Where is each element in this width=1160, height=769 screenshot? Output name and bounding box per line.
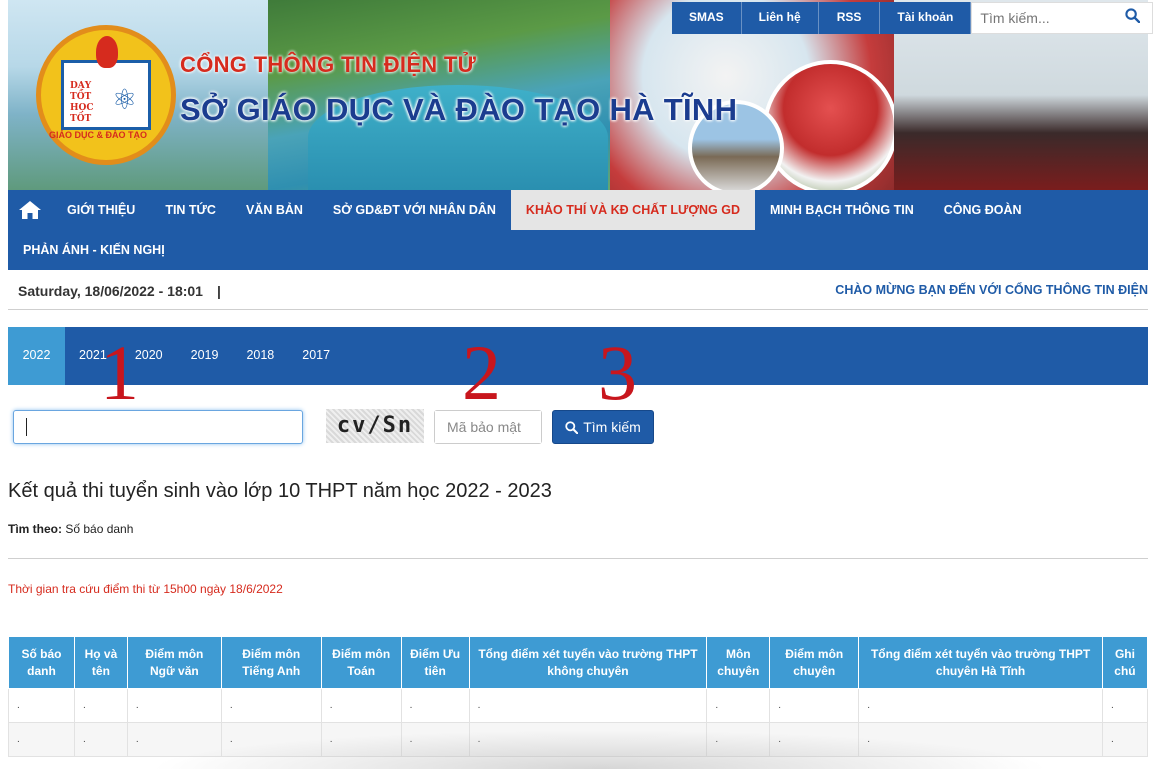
table-cell: . — [220, 688, 322, 723]
table-cell: . — [706, 688, 771, 723]
logo-book: DẠY TỐT HỌC TỐT ⚛ — [61, 60, 151, 130]
table-cell: . — [126, 688, 222, 723]
search-by-label: Tìm theo: — [8, 522, 62, 536]
portal-title[interactable]: SỞ GIÁO DỤC VÀ ĐÀO TẠO HÀ TĨNH — [180, 92, 737, 128]
site-search — [971, 2, 1154, 34]
nav-phan-anh-kien-nghi[interactable]: PHẢN ÁNH - KIẾN NGHỊ — [8, 230, 180, 270]
table-cell: . — [126, 722, 222, 757]
nav-khao-thi[interactable]: KHẢO THÍ VÀ KĐ CHẤT LƯỢNG GD — [510, 190, 756, 230]
atom-icon: ⚛ — [112, 84, 138, 115]
col-header: Điểm môn Tiếng Anh — [220, 636, 322, 689]
table-cell: . — [400, 688, 470, 723]
col-header: Họ và tên — [73, 636, 128, 689]
col-header: Điểm môn Ngữ văn — [126, 636, 222, 689]
table-cell: . — [320, 722, 402, 757]
link-contact[interactable]: Liên hệ — [741, 2, 819, 34]
results-table: Số báo danh Họ và tên Điểm môn Ngữ văn Đ… — [8, 636, 1149, 757]
current-datetime: Saturday, 18/06/2022 - 18:01 — [18, 283, 203, 299]
table-cell: . — [400, 722, 470, 757]
table-cell: . — [320, 688, 402, 723]
logo-motto: DẠY TỐT HỌC TỐT — [70, 81, 94, 124]
table-row: . . . . . . . . . . . — [8, 722, 1149, 757]
col-header: Số báo danh — [8, 636, 75, 689]
date-bar: Saturday, 18/06/2022 - 18:01 | CHÀO MỪNG… — [8, 272, 1148, 310]
table-cell: . — [706, 722, 771, 757]
logo-ring-text: GIÁO DỤC & ĐÀO TẠO — [49, 130, 147, 140]
table-cell: . — [8, 722, 75, 757]
table-cell: . — [769, 688, 860, 723]
tab-year-2022[interactable]: 2022 — [8, 327, 65, 385]
table-cell: . — [468, 722, 708, 757]
table-cell: . — [8, 688, 75, 723]
search-by: Tìm theo: Số báo danh — [8, 522, 133, 536]
nav-gioi-thieu[interactable]: GIỚI THIỆU — [52, 190, 150, 230]
main-nav-row-2: PHẢN ÁNH - KIẾN NGHỊ — [8, 230, 180, 270]
link-smas[interactable]: SMAS — [672, 2, 742, 34]
welcome-ticker: CHÀO MỪNG BẠN ĐẾN VỚI CỔNG THÔNG TIN ĐIỆ… — [835, 283, 1148, 297]
col-header: Môn chuyên — [706, 636, 771, 689]
table-cell: . — [1101, 688, 1149, 723]
lookup-time-notice: Thời gian tra cứu điểm thi từ 15h00 ngày… — [8, 582, 283, 596]
divider — [8, 558, 1148, 559]
table-cell: . — [73, 722, 128, 757]
search-button-label: Tìm kiếm — [583, 419, 641, 435]
table-row: . . . . . . . . . . . — [8, 688, 1149, 723]
table-cell: . — [220, 722, 322, 757]
table-cell: . — [858, 688, 1103, 723]
candidate-number-input[interactable] — [14, 411, 302, 443]
torch-icon — [96, 36, 118, 68]
department-logo[interactable]: DẠY TỐT HỌC TỐT ⚛ GIÁO DỤC & ĐÀO TẠO — [36, 25, 176, 165]
table-cell: . — [858, 722, 1103, 757]
search-by-value: Số báo danh — [65, 522, 134, 536]
link-account[interactable]: Tài khoản — [880, 2, 972, 34]
main-nav-row-1: GIỚI THIỆU TIN TỨC VĂN BẢN SỞ GD&ĐT VỚI … — [8, 190, 1037, 230]
table-header-row: Số báo danh Họ và tên Điểm môn Ngữ văn Đ… — [8, 636, 1149, 689]
col-header: Tổng điểm xét tuyển vào trường THPT khôn… — [468, 636, 708, 689]
nav-so-gddt-voi-nhan-dan[interactable]: SỞ GD&ĐT VỚI NHÂN DÂN — [318, 190, 511, 230]
link-rss[interactable]: RSS — [818, 2, 881, 34]
banner-flag-photo — [763, 60, 898, 190]
tab-year-2018[interactable]: 2018 — [232, 327, 288, 385]
candidate-number-field — [13, 410, 303, 444]
tab-year-2017[interactable]: 2017 — [288, 327, 344, 385]
utility-bar: SMAS Liên hệ RSS Tài khoản — [672, 2, 1154, 34]
results-heading: Kết quả thi tuyển sinh vào lớp 10 THPT n… — [8, 480, 552, 502]
col-header: Tổng điểm xét tuyển vào trường THPT chuy… — [858, 636, 1103, 689]
search-icon[interactable] — [1117, 8, 1147, 28]
security-code-input[interactable] — [435, 411, 541, 443]
date-separator: | — [217, 283, 221, 299]
search-icon — [565, 420, 579, 434]
portal-subtitle: CỔNG THÔNG TIN ĐIỆN TỬ — [180, 52, 477, 77]
nav-van-ban[interactable]: VĂN BẢN — [231, 190, 318, 230]
home-icon[interactable] — [8, 190, 52, 230]
nav-minh-bach-thong-tin[interactable]: MINH BẠCH THÔNG TIN — [755, 190, 929, 230]
annotation-step-3: 3 — [598, 329, 637, 416]
table-cell: . — [1101, 722, 1149, 757]
tab-year-2019[interactable]: 2019 — [177, 327, 233, 385]
text-caret — [26, 418, 27, 436]
table-cell: . — [769, 722, 860, 757]
col-header: Ghi chú — [1101, 636, 1149, 689]
search-button[interactable]: Tìm kiếm — [552, 410, 654, 444]
col-header: Điểm môn chuyên — [769, 636, 860, 689]
year-tabs: 2022 2021 2020 2019 2018 2017 — [8, 327, 1148, 385]
site-search-input[interactable] — [972, 10, 1118, 26]
annotation-step-2: 2 — [462, 329, 501, 416]
main-nav: GIỚI THIỆU TIN TỨC VĂN BẢN SỞ GD&ĐT VỚI … — [8, 190, 1148, 270]
table-cell: . — [73, 688, 128, 723]
captcha-image: cv/Sn — [326, 409, 424, 443]
annotation-step-1: 1 — [100, 329, 139, 416]
nav-cong-doan[interactable]: CÔNG ĐOÀN — [929, 190, 1037, 230]
nav-tin-tuc[interactable]: TIN TỨC — [150, 190, 231, 230]
col-header: Điểm môn Toán — [320, 636, 402, 689]
col-header: Điểm Ưu tiên — [400, 636, 470, 689]
table-cell: . — [468, 688, 708, 723]
security-code-field — [434, 410, 542, 444]
